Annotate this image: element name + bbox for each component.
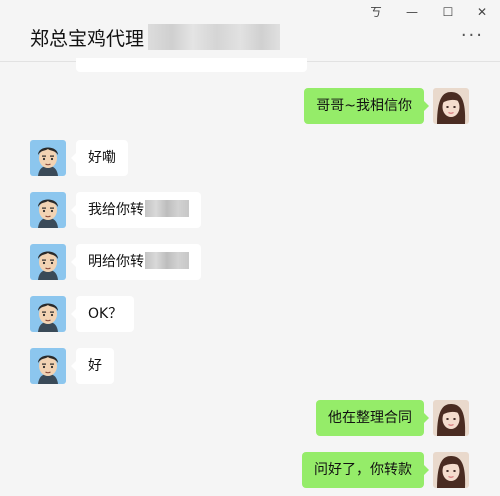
my-avatar[interactable] <box>433 452 469 488</box>
incoming-message-bubble[interactable]: OK？ <box>70 296 135 332</box>
message-text: 好 <box>88 358 102 374</box>
message-text: 明给你转 <box>88 254 144 270</box>
chat-header: 郑总宝鸡代理 ㄎ — ☐ ✕ ··· <box>0 0 500 62</box>
previous-message-bubble <box>76 58 307 72</box>
outgoing-message-bubble[interactable]: 哥哥~我相信你 <box>304 88 429 124</box>
message-row: 他在整理合同 <box>0 400 500 436</box>
redacted-amount <box>145 200 189 217</box>
message-row: 好 <box>0 348 500 384</box>
message-text: 我给你转 <box>88 202 144 218</box>
my-avatar[interactable] <box>433 88 469 124</box>
message-row: OK？ <box>0 296 500 332</box>
minimize-icon[interactable]: — <box>402 4 422 20</box>
maximize-icon[interactable]: ☐ <box>438 4 458 20</box>
message-row: 我给你转 <box>0 192 500 228</box>
incoming-message-bubble[interactable]: 好 <box>71 348 114 384</box>
incoming-message-bubble[interactable]: 我给你转 <box>71 192 201 228</box>
redacted-title-block <box>148 24 280 50</box>
contact-avatar[interactable] <box>30 348 66 384</box>
message-text: 他在整理合同 <box>328 410 412 426</box>
chat-title: 郑总宝鸡代理 <box>30 28 145 50</box>
close-icon[interactable]: ✕ <box>472 4 492 20</box>
message-row: 哥哥~我相信你 <box>0 88 500 124</box>
contact-avatar[interactable] <box>30 296 66 332</box>
contact-avatar[interactable] <box>30 192 66 228</box>
message-text: 问好了，你转款 <box>314 462 412 478</box>
message-row: 问好了，你转款 <box>0 452 500 488</box>
contact-avatar[interactable] <box>30 140 66 176</box>
message-text: 好嘞 <box>88 150 116 166</box>
more-options-button[interactable]: ··· <box>461 27 484 45</box>
my-avatar[interactable] <box>433 400 469 436</box>
redacted-amount <box>145 252 189 269</box>
message-row: 好嘞 <box>0 140 500 176</box>
message-row: 明给你转 <box>0 244 500 280</box>
pin-icon[interactable]: ㄎ <box>366 4 386 20</box>
message-text: OK？ <box>88 306 123 322</box>
outgoing-message-bubble[interactable]: 他在整理合同 <box>316 400 429 436</box>
chat-window: 郑总宝鸡代理 ㄎ — ☐ ✕ ··· 哥哥~我相信你 好嘞 我给你转 明给你转 … <box>0 0 500 496</box>
contact-avatar[interactable] <box>30 244 66 280</box>
outgoing-message-bubble[interactable]: 问好了，你转款 <box>302 452 429 488</box>
message-text: 哥哥~我相信你 <box>316 98 412 114</box>
incoming-message-bubble[interactable]: 明给你转 <box>71 244 201 280</box>
incoming-message-bubble[interactable]: 好嘞 <box>71 140 128 176</box>
